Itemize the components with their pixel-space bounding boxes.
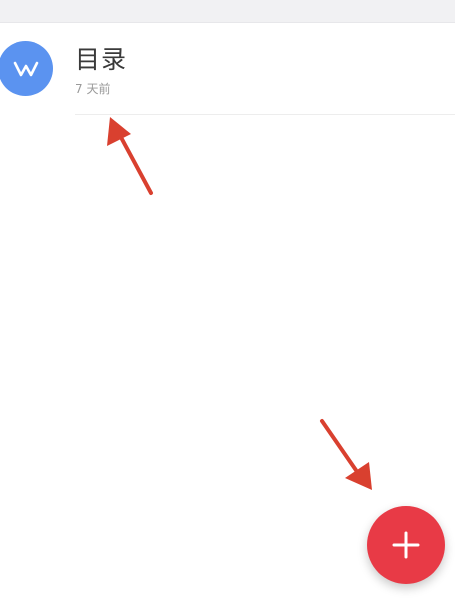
document-title: 目录 (75, 45, 128, 74)
add-button[interactable] (367, 506, 445, 584)
plus-icon (392, 531, 420, 559)
arrow-to-document (107, 117, 153, 195)
list-divider (75, 114, 455, 115)
document-modified-time: 7 天前 (75, 82, 111, 96)
w-document-icon (13, 61, 38, 76)
top-bar (0, 0, 455, 23)
document-list-item[interactable]: 目录 7 天前 (0, 23, 455, 115)
document-avatar (0, 41, 53, 96)
arrow-to-add-button (320, 419, 372, 490)
